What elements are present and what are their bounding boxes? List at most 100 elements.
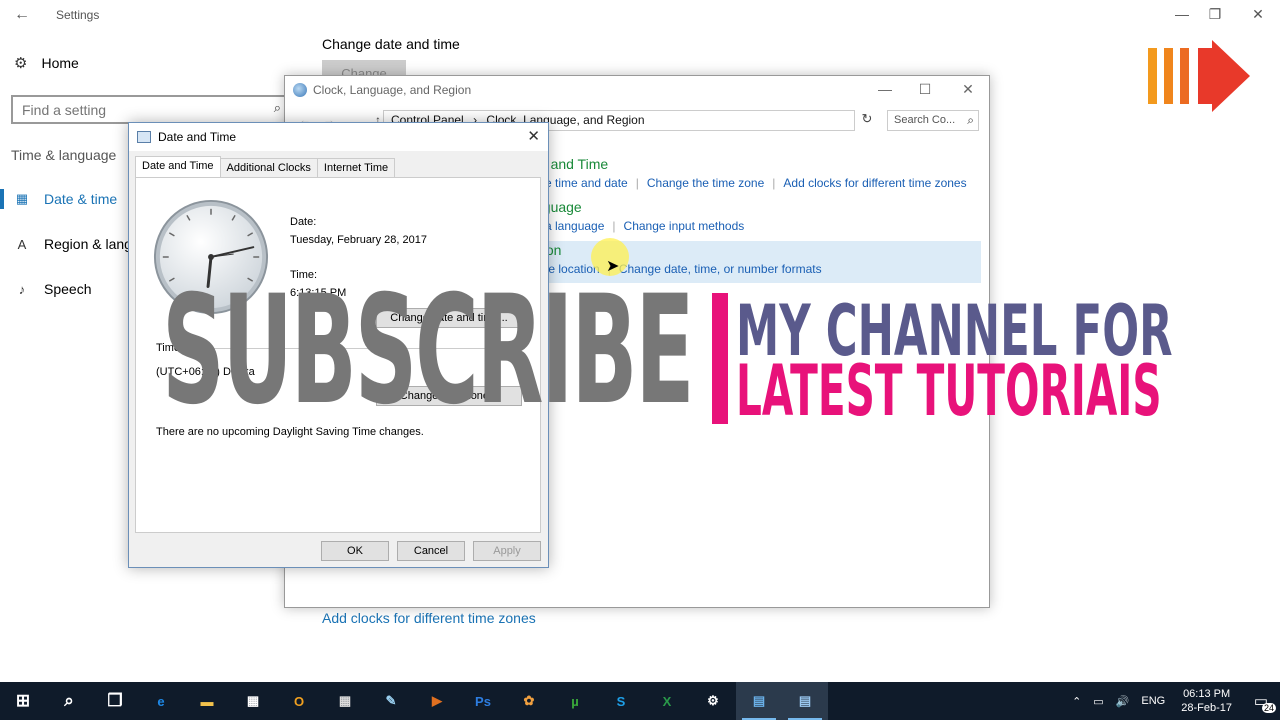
channel-logo-icon (1148, 40, 1250, 112)
edge-icon[interactable]: e (138, 682, 184, 720)
category-title[interactable]: te and Time (535, 156, 967, 172)
category-link[interactable]: Change the time zone (647, 176, 764, 190)
date-time-icon[interactable]: ▤ (782, 682, 828, 720)
back-arrow-icon[interactable]: ← (14, 6, 30, 24)
excel-icon[interactable]: X (644, 682, 690, 720)
category-title[interactable]: nguage (535, 199, 744, 215)
overlay-line-2: LATEST TUTORIAIS (736, 350, 1162, 432)
file-explorer-icon[interactable]: ▬ (184, 682, 230, 720)
home-label: Home (41, 55, 79, 71)
network-icon[interactable]: ▭ (1093, 695, 1103, 708)
search-icon: ⌕ (273, 100, 281, 115)
cancel-button[interactable]: Cancel (397, 541, 465, 561)
settings-titlebar: ← Settings — ❐ ✕ (0, 0, 1280, 30)
nav-label: Speech (44, 281, 92, 297)
page-heading: Change date and time (322, 36, 460, 52)
control-panel-icon (293, 83, 307, 97)
media-player-icon[interactable]: ▶ (414, 682, 460, 720)
region-language-icon: A (17, 236, 27, 252)
subscribe-overlay-text: SUBSCRIBE (162, 264, 695, 438)
cp-search-placeholder: Search Co... (894, 114, 956, 126)
system-tray: ⌃ ▭ 🔊 ENG 06:13 PM 28-Feb-17 ▭ 24 (1066, 682, 1280, 720)
store-icon[interactable]: ▦ (230, 682, 276, 720)
search-icon[interactable]: ⌕ (46, 682, 92, 720)
home-nav-item[interactable]: ⚙ Home (14, 54, 79, 72)
language-indicator[interactable]: ENG (1141, 695, 1165, 707)
start-icon[interactable]: ⊞ (0, 682, 46, 720)
skype-icon[interactable]: S (598, 682, 644, 720)
category-language: nguage d a language | Change input methods (535, 199, 745, 233)
paint-icon-glyph: ✎ (385, 693, 397, 708)
utorrent-icon[interactable]: µ (552, 682, 598, 720)
task-view-icon-glyph: ❐ (107, 691, 123, 710)
task-view-icon[interactable]: ❐ (92, 682, 138, 720)
overlay-accent-bar (712, 293, 728, 424)
dt-title: Date and Time (158, 130, 237, 144)
tab-internet-time[interactable]: Internet Time (316, 158, 396, 178)
category-link[interactable]: Add clocks for different time zones (783, 176, 966, 190)
cp-search-box[interactable]: Search Co... ⌕ (887, 110, 979, 131)
minimize-button[interactable]: — (1172, 6, 1192, 22)
calculator-icon-glyph: ▦ (338, 693, 352, 708)
ok-button[interactable]: OK (321, 541, 389, 561)
date-label: Date: (290, 216, 317, 228)
nav-label: Region & lang (44, 236, 132, 252)
settings-title: Settings (56, 8, 100, 22)
refresh-icon[interactable]: ↻ (857, 111, 877, 127)
control-panel-icon[interactable]: ▤ (736, 682, 782, 720)
utorrent-icon-glyph: µ (571, 693, 579, 709)
outlook-icon[interactable]: O (276, 682, 322, 720)
search-icon: ⌕ (967, 113, 974, 127)
cp-titlebar: Clock, Language, and Region — ☐ ✕ (285, 76, 989, 104)
search-icon-glyph: ⌕ (64, 691, 74, 710)
tray-date: 28-Feb-17 (1181, 702, 1232, 714)
close-button[interactable]: ✕ (1248, 6, 1268, 23)
dt-titlebar: Date and Time ✕ (129, 123, 548, 151)
cp-minimize-button[interactable]: — (875, 81, 895, 97)
volume-icon[interactable]: 🔊 (1116, 695, 1130, 708)
apply-button[interactable]: Apply (473, 541, 541, 561)
date-value: Tuesday, February 28, 2017 (290, 234, 427, 246)
tab-date-and-time[interactable]: Date and Time (135, 156, 221, 178)
start-icon-glyph: ⊞ (15, 691, 31, 710)
chrome-icon-glyph: ✿ (523, 693, 535, 708)
section-label: Time & language (11, 147, 117, 163)
cp-maximize-button[interactable]: ☐ (915, 81, 935, 98)
restore-button[interactable]: ❐ (1205, 6, 1225, 23)
excel-icon-glyph: X (662, 693, 672, 709)
date-time-icon (137, 131, 151, 143)
notification-center-icon[interactable]: ▭ 24 (1248, 689, 1276, 713)
tab-additional-clocks[interactable]: Additional Clocks (219, 158, 318, 178)
calculator-icon[interactable]: ▦ (322, 682, 368, 720)
tray-clock[interactable]: 06:13 PM 28-Feb-17 (1181, 687, 1232, 715)
find-setting-search[interactable]: ⌕ (11, 95, 287, 124)
photoshop-icon-glyph: Ps (475, 693, 491, 709)
calendar-clock-icon: ▦ (15, 191, 29, 206)
control-panel-icon-glyph: ▤ (752, 693, 766, 708)
cp-close-button[interactable]: ✕ (958, 81, 978, 98)
skype-icon-glyph: S (616, 693, 626, 709)
photoshop-icon[interactable]: Ps (460, 682, 506, 720)
store-icon-glyph: ▦ (246, 693, 260, 708)
category-date-time: te and Time the time and date | Change the… (535, 156, 967, 190)
chrome-icon[interactable]: ✿ (506, 682, 552, 720)
add-clocks-link[interactable]: Add clocks for different time zones (322, 610, 536, 626)
notification-count: 24 (1261, 703, 1276, 713)
category-title[interactable]: gion (535, 242, 822, 258)
settings-icon-glyph: ⚙ (707, 693, 719, 708)
cp-title: Clock, Language, and Region (313, 83, 472, 97)
search-input[interactable] (13, 97, 253, 122)
paint-icon[interactable]: ✎ (368, 682, 414, 720)
microphone-icon: ♪ (18, 281, 26, 297)
dt-tabs: Date and Time Additional Clocks Internet… (135, 156, 396, 178)
tray-time: 06:13 PM (1183, 688, 1231, 700)
show-hidden-icons-icon[interactable]: ⌃ (1072, 695, 1081, 708)
gear-icon: ⚙ (14, 55, 28, 72)
edge-icon-glyph: e (157, 693, 165, 709)
settings-icon[interactable]: ⚙ (690, 682, 736, 720)
dt-close-button[interactable]: ✕ (527, 127, 540, 145)
nav-label: Date & time (44, 191, 118, 207)
file-explorer-icon-glyph: ▬ (200, 693, 214, 709)
date-time-icon-glyph: ▤ (798, 693, 812, 708)
category-link[interactable]: Change input methods (624, 219, 745, 233)
